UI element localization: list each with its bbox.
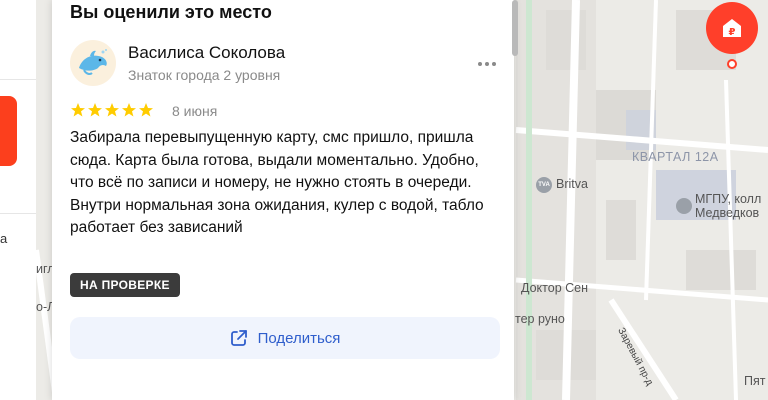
star-icon	[105, 103, 119, 117]
review-date: 8 июня	[172, 103, 218, 119]
left-sidebar: а	[0, 0, 36, 400]
star-icon	[139, 103, 153, 117]
dot	[478, 62, 482, 66]
university-icon[interactable]	[676, 198, 692, 214]
dot	[492, 62, 496, 66]
sidebar-divider	[0, 213, 36, 214]
star-icon	[71, 103, 85, 117]
share-label: Поделиться	[257, 329, 341, 347]
panel-scrollbar[interactable]	[512, 0, 518, 56]
sidebar-red-button[interactable]	[0, 96, 17, 166]
map-label-poi[interactable]: Медведков	[695, 206, 759, 220]
dolphin-avatar-icon	[79, 49, 107, 75]
svg-text:₽: ₽	[729, 27, 736, 38]
map-label-poi[interactable]: Пят	[744, 374, 765, 388]
pin-anchor-dot	[727, 59, 737, 69]
ruble-icon: ₽	[723, 19, 741, 38]
share-button[interactable]: Поделиться	[70, 317, 500, 359]
reviewer-name[interactable]: Василиса Соколова	[128, 43, 285, 63]
sidebar-divider	[0, 79, 36, 80]
poi-icon[interactable]: TVA	[536, 177, 552, 193]
dot	[485, 62, 489, 66]
star-icon	[88, 103, 102, 117]
review-text: Забирала перевыпущенную карту, смс пришл…	[70, 129, 484, 236]
map-label-poi[interactable]: МГПУ, колл	[695, 192, 761, 206]
star-icon	[122, 103, 136, 117]
more-options-button[interactable]	[475, 56, 499, 72]
map-label-poi[interactable]: тер руно	[515, 312, 565, 326]
status-badge: НА ПРОВЕРКЕ	[70, 273, 180, 297]
star-rating	[70, 102, 154, 118]
panel-title: Вы оценили это место	[70, 2, 272, 22]
map-label-poi[interactable]: Britva	[556, 177, 588, 191]
place-pin[interactable]: ₽	[706, 2, 758, 54]
avatar[interactable]	[70, 40, 116, 86]
sidebar-text-fragment: а	[0, 231, 8, 246]
share-icon	[230, 330, 247, 346]
map-label-district: КВАРТАЛ 12А	[632, 150, 719, 164]
map-label-poi[interactable]: Доктор Сен	[521, 281, 588, 295]
review-panel: Вы оценили это место Василиса Соколова З…	[52, 0, 514, 400]
reviewer-level: Знаток города 2 уровня	[128, 67, 281, 83]
